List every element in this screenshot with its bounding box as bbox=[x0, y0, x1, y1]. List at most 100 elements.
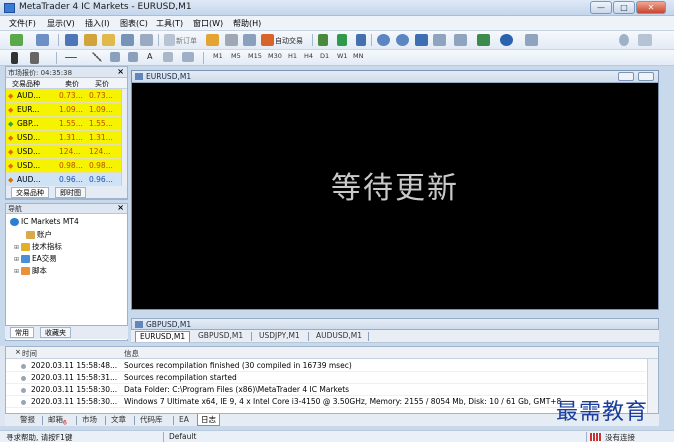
minimize-button[interactable]: — bbox=[590, 1, 612, 14]
minimized-chart-window[interactable]: GBPUSD,M1 bbox=[131, 318, 659, 330]
tab-symbols[interactable]: 交易品种 bbox=[11, 187, 49, 198]
candlestick-icon[interactable] bbox=[337, 34, 347, 46]
chart-shift-icon[interactable] bbox=[454, 34, 467, 46]
journal-row[interactable]: 2020.03.11 15:58:31... Sources recompilat… bbox=[6, 372, 646, 384]
indicators-icon[interactable] bbox=[477, 34, 490, 46]
column-message[interactable]: 信息 bbox=[124, 348, 139, 359]
navigator-close-icon[interactable]: × bbox=[117, 203, 124, 212]
new-order-button[interactable]: 新订单 bbox=[176, 36, 197, 46]
cursor-icon[interactable] bbox=[11, 52, 18, 64]
timeframe-m5[interactable]: M5 bbox=[231, 52, 241, 60]
chart-tab-eurusd[interactable]: EURUSD,M1 bbox=[135, 331, 191, 342]
market-watch-row[interactable]: ◆ AUD... 0.73... 0.73... bbox=[6, 89, 121, 103]
journal-row[interactable]: 2020.03.11 15:58:30... Data Folder: C:\Pr… bbox=[6, 384, 646, 396]
channel-icon[interactable] bbox=[110, 52, 120, 62]
column-ask[interactable]: 买价 bbox=[95, 79, 109, 89]
market-watch-row[interactable]: ◆ GBP... 1.55... 1.55... bbox=[6, 117, 121, 131]
timeframe-m1[interactable]: M1 bbox=[213, 52, 223, 60]
terminal-icon[interactable] bbox=[121, 34, 134, 46]
market-watch-row[interactable]: ◆ USD... 0.98... 0.98... bbox=[6, 159, 121, 173]
terminal-column-header: × 时间 信息 bbox=[6, 347, 658, 359]
column-time[interactable]: 时间 bbox=[22, 348, 37, 359]
close-button[interactable]: ✕ bbox=[636, 1, 666, 14]
timeframe-m15[interactable]: M15 bbox=[248, 52, 262, 60]
navigator-root[interactable]: IC Markets MT4 bbox=[10, 217, 79, 226]
navigator-icon[interactable] bbox=[102, 34, 115, 46]
options-icon[interactable] bbox=[225, 34, 238, 46]
crosshair-icon[interactable] bbox=[30, 52, 39, 64]
navigator-item-indicators[interactable]: ⊞ 技术指标 bbox=[14, 241, 62, 252]
navigator-item-expert-advisors[interactable]: ⊞ EA交易 bbox=[14, 253, 57, 264]
zoom-in-icon[interactable] bbox=[377, 34, 390, 46]
menu-insert[interactable]: 插入(I) bbox=[85, 18, 110, 29]
menu-tools[interactable]: 工具(T) bbox=[156, 18, 183, 29]
tab-common[interactable]: 常用 bbox=[10, 327, 34, 338]
timeframe-mn[interactable]: MN bbox=[353, 52, 363, 60]
terminal-tab-code-base[interactable]: 代码库 bbox=[137, 414, 166, 426]
terminal-close-icon[interactable]: × bbox=[15, 348, 21, 356]
tile-windows-icon[interactable] bbox=[415, 34, 428, 46]
zoom-out-icon[interactable] bbox=[396, 34, 409, 46]
terminal-tab-alerts[interactable]: 警报 bbox=[17, 414, 38, 426]
chart-tab-gbpusd[interactable]: GBPUSD,M1 bbox=[194, 331, 247, 342]
search-icon[interactable] bbox=[619, 34, 629, 46]
autotrade-button[interactable]: 自动交易 bbox=[275, 36, 303, 46]
chart-tab-audusd[interactable]: AUDUSD,M1 bbox=[312, 331, 366, 342]
auto-scroll-icon[interactable] bbox=[433, 34, 446, 46]
menu-charts[interactable]: 图表(C) bbox=[120, 18, 148, 29]
navigator-item-scripts[interactable]: ⊞ 脚本 bbox=[14, 265, 47, 276]
fibonacci-icon[interactable] bbox=[128, 52, 138, 62]
column-bid[interactable]: 卖价 bbox=[65, 79, 79, 89]
market-watch-row[interactable]: ◆ USD... 124... 124... bbox=[6, 145, 121, 159]
text-tool-icon[interactable]: A bbox=[147, 52, 152, 61]
terminal-tab-journal[interactable]: 日志 bbox=[197, 414, 220, 426]
market-watch-close-icon[interactable]: × bbox=[117, 67, 124, 76]
vertical-line-icon[interactable] bbox=[65, 57, 77, 58]
data-window-icon[interactable] bbox=[84, 34, 97, 46]
profiles-icon[interactable] bbox=[36, 34, 49, 46]
timeframe-w1[interactable]: W1 bbox=[337, 52, 348, 60]
metaeditor-icon[interactable] bbox=[206, 34, 219, 46]
menu-view[interactable]: 显示(V) bbox=[47, 18, 75, 29]
signals-icon[interactable] bbox=[243, 34, 256, 46]
timeframe-h1[interactable]: H1 bbox=[288, 52, 297, 60]
chart-maximize-button[interactable] bbox=[638, 72, 654, 81]
periods-icon[interactable] bbox=[500, 34, 513, 46]
new-order-icon[interactable] bbox=[164, 34, 175, 46]
trendline-icon[interactable] bbox=[92, 52, 102, 62]
market-watch-icon[interactable] bbox=[65, 34, 78, 46]
terminal-tab-market[interactable]: 市场 bbox=[79, 414, 100, 426]
terminal-tab-articles[interactable]: 文章 bbox=[108, 414, 129, 426]
terminal-tab-mailbox[interactable]: 邮箱6 bbox=[45, 414, 70, 427]
menu-file[interactable]: 文件(F) bbox=[9, 18, 36, 29]
arrows-icon[interactable] bbox=[182, 52, 194, 62]
bar-chart-icon[interactable] bbox=[318, 34, 328, 46]
maximize-button[interactable]: □ bbox=[613, 1, 635, 14]
timeframe-h4[interactable]: H4 bbox=[304, 52, 313, 60]
tab-favorites[interactable]: 收藏夹 bbox=[40, 327, 71, 338]
market-watch-row[interactable]: ◆ AUD... 0.96... 0.96... bbox=[6, 173, 121, 187]
market-watch-row[interactable]: ◆ USD... 1.31... 1.31... bbox=[6, 131, 121, 145]
menu-window[interactable]: 窗口(W) bbox=[193, 18, 223, 29]
terminal-tab-experts[interactable]: EA bbox=[176, 414, 192, 426]
timeframe-m30[interactable]: M30 bbox=[268, 52, 282, 60]
templates-icon[interactable] bbox=[525, 34, 538, 46]
journal-row[interactable]: 2020.03.11 15:58:30... Windows 7 Ultimate… bbox=[6, 396, 646, 408]
chat-icon[interactable] bbox=[638, 34, 652, 46]
column-symbol[interactable]: 交易品种 bbox=[12, 79, 40, 89]
tab-tick-chart[interactable]: 即时图 bbox=[55, 187, 86, 198]
navigator-item-accounts[interactable]: 账户 bbox=[26, 229, 52, 240]
tester-icon[interactable] bbox=[140, 34, 153, 46]
journal-row[interactable]: 2020.03.11 15:58:48... Sources recompilat… bbox=[6, 360, 646, 372]
chart-tab-usdjpy[interactable]: USDJPY,M1 bbox=[255, 331, 304, 342]
market-watch-row[interactable]: ◆ EUR... 1.09... 1.09... bbox=[6, 103, 121, 117]
market-watch-scrollbar[interactable] bbox=[121, 89, 127, 187]
line-chart-icon[interactable] bbox=[356, 34, 366, 46]
autotrade-icon[interactable] bbox=[261, 34, 274, 46]
new-chart-icon[interactable] bbox=[10, 34, 23, 46]
timeframe-d1[interactable]: D1 bbox=[320, 52, 329, 60]
chart-minimize-button[interactable] bbox=[618, 72, 634, 81]
menu-help[interactable]: 帮助(H) bbox=[233, 18, 261, 29]
label-icon[interactable] bbox=[163, 52, 173, 62]
chart-window[interactable]: EURUSD,M1 等待更新 bbox=[131, 70, 659, 310]
